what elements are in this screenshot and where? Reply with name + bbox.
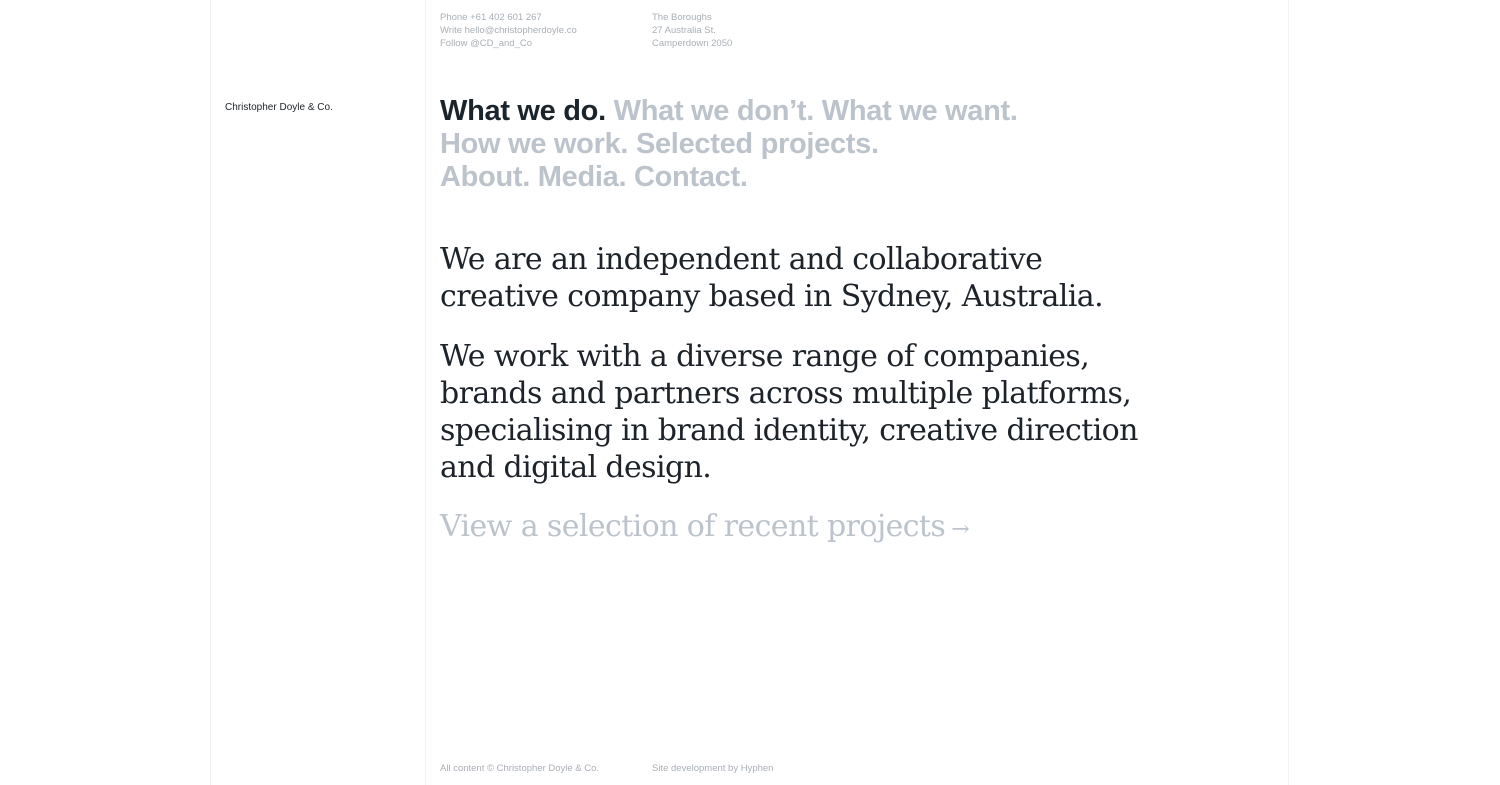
- footer-credit[interactable]: Site development by Hyphen: [652, 763, 773, 775]
- address-info: The Boroughs 27 Australia St. Camperdown…: [652, 11, 732, 50]
- nav-line: About. Media. Contact.: [440, 161, 1240, 194]
- nav-line: How we work. Selected projects.: [440, 128, 1240, 161]
- nav-item-how-we-work[interactable]: How we work.: [440, 128, 628, 160]
- intro-paragraph-1: We are an independent and collaborative …: [440, 241, 1220, 315]
- contact-social[interactable]: Follow @CD_and_Co: [440, 37, 577, 50]
- brand-name[interactable]: Christopher Doyle & Co.: [225, 102, 333, 113]
- column-rule-left: [210, 0, 211, 785]
- column-rule-middle: [425, 0, 426, 785]
- nav-item-selected-projects[interactable]: Selected projects.: [636, 128, 879, 160]
- intro-line: brands and partners across multiple plat…: [440, 376, 1132, 411]
- contact-email[interactable]: Write hello@christopherdoyle.co: [440, 24, 577, 37]
- nav-item-what-we-dont[interactable]: What we don’t.: [614, 95, 815, 127]
- intro-line: We are an independent and collaborative: [440, 242, 1043, 277]
- address-line-3: Camperdown 2050: [652, 38, 733, 49]
- nav-item-what-we-want[interactable]: What we want.: [822, 95, 1018, 127]
- address-line-1: The Boroughs: [652, 12, 712, 23]
- contact-phone[interactable]: Phone +61 402 601 267: [440, 11, 577, 24]
- address-line-2: 27 Australia St.: [652, 25, 716, 36]
- contact-info: Phone +61 402 601 267 Write hello@christ…: [440, 11, 577, 50]
- nav-line: What we do. What we don’t. What we want.: [440, 95, 1240, 128]
- intro-line: We work with a diverse range of companie…: [440, 339, 1090, 374]
- page: Phone +61 402 601 267 Write hello@christ…: [0, 0, 1500, 785]
- main-nav: What we do. What we don’t. What we want.…: [440, 95, 1240, 194]
- footer-copyright: All content © Christopher Doyle & Co.: [440, 763, 600, 774]
- intro-line: and digital design.: [440, 450, 712, 485]
- view-projects-label: View a selection of recent projects: [440, 509, 946, 544]
- nav-item-media[interactable]: Media.: [538, 161, 627, 193]
- intro-line: creative company based in Sydney, Austra…: [440, 279, 1104, 314]
- nav-item-what-we-do[interactable]: What we do.: [440, 95, 606, 127]
- intro-paragraph-2: We work with a diverse range of companie…: [440, 338, 1220, 486]
- nav-item-contact[interactable]: Contact.: [634, 161, 748, 193]
- intro-line: specialising in brand identity, creative…: [440, 413, 1138, 448]
- arrow-right-icon: →: [951, 517, 970, 542]
- nav-item-about[interactable]: About.: [440, 161, 530, 193]
- column-rule-right: [1288, 0, 1289, 785]
- view-projects-link[interactable]: View a selection of recent projects →: [440, 508, 970, 548]
